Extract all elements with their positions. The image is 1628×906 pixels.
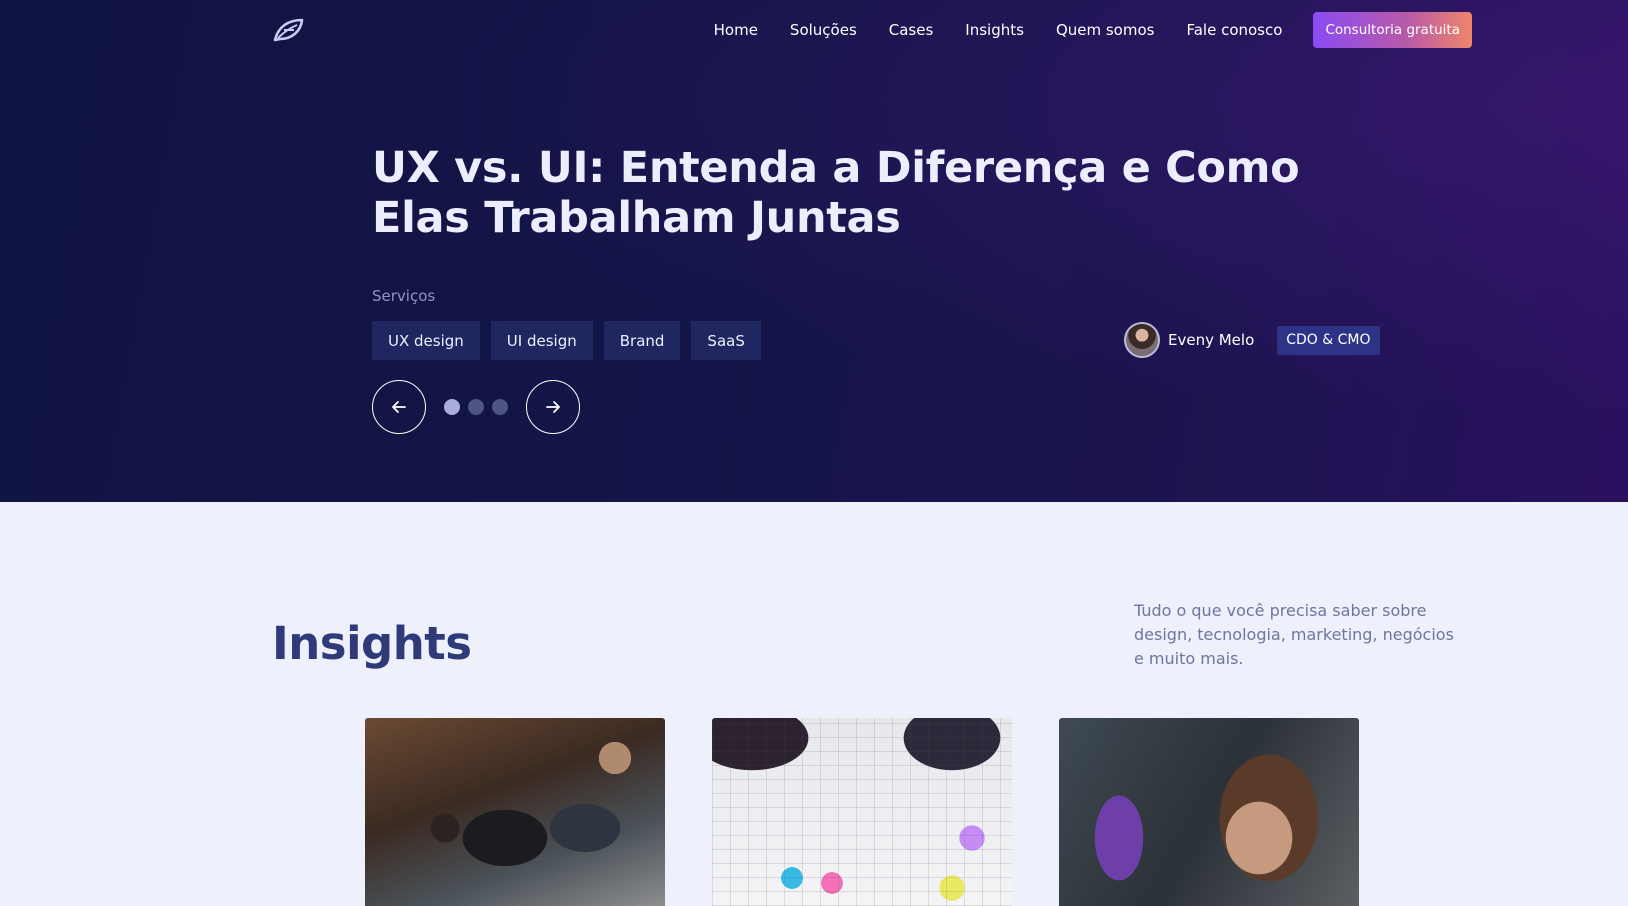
tag-ux-design[interactable]: UX design — [372, 321, 480, 360]
tag-brand[interactable]: Brand — [603, 321, 681, 360]
insights-cards — [365, 718, 1406, 906]
main-nav: Home Soluções Cases Insights Quem somos … — [714, 12, 1472, 48]
nav-link-insights[interactable]: Insights — [965, 21, 1024, 39]
service-tags: UX design UI design Brand SaaS — [372, 321, 772, 360]
carousel-next-button[interactable] — [526, 380, 580, 434]
article-title: UX vs. UI: Entenda a Diferença e Como El… — [372, 143, 1300, 243]
nav-link-home[interactable]: Home — [714, 21, 758, 39]
tag-saas[interactable]: SaaS — [691, 321, 761, 360]
insight-card-image-woman-holographic[interactable] — [1059, 718, 1359, 906]
tag-ui-design[interactable]: UI design — [490, 321, 593, 360]
leaf-logo-icon[interactable] — [272, 17, 304, 43]
nav-link-cases[interactable]: Cases — [889, 21, 934, 39]
services-label: Serviços — [372, 287, 436, 305]
carousel-dot-2[interactable] — [468, 399, 484, 415]
nav-link-solucoes[interactable]: Soluções — [790, 21, 857, 39]
author-info: Eveny Melo CDO & CMO — [1124, 322, 1380, 358]
carousel-dots — [440, 399, 512, 415]
carousel-dot-3[interactable] — [492, 399, 508, 415]
hero-section: Home Soluções Cases Insights Quem somos … — [0, 0, 1628, 502]
author-role-badge: CDO & CMO — [1277, 325, 1380, 355]
free-consulting-button[interactable]: Consultoria gratuita — [1313, 12, 1472, 48]
insight-card-image-wireframes[interactable] — [712, 718, 1012, 906]
nav-link-fale-conosco[interactable]: Fale conosco — [1186, 21, 1282, 39]
insights-heading: Insights — [272, 617, 472, 670]
nav-link-quem-somos[interactable]: Quem somos — [1056, 21, 1155, 39]
avatar — [1124, 322, 1160, 358]
insights-description: Tudo o que você precisa saber sobre desi… — [1134, 601, 1454, 668]
carousel-dot-1[interactable] — [444, 399, 460, 415]
arrow-left-icon — [392, 401, 406, 413]
author-name: Eveny Melo — [1168, 331, 1255, 349]
arrow-right-icon — [546, 401, 560, 413]
insight-card-image-team-laptops[interactable] — [365, 718, 665, 906]
carousel-controls — [372, 380, 580, 434]
carousel-prev-button[interactable] — [372, 380, 426, 434]
